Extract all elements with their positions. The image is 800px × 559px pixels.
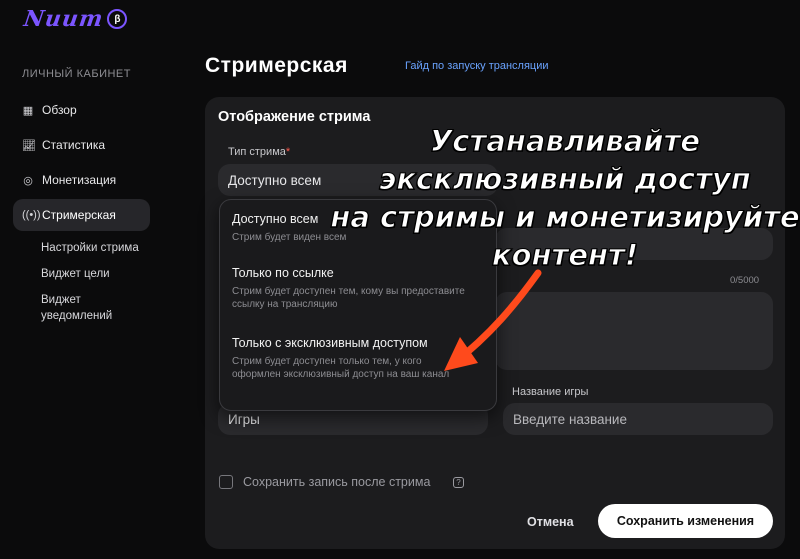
subnav-item-alerts-widget[interactable]: Виджет уведомлений [41, 292, 141, 324]
coin-icon: ◎ [23, 174, 33, 187]
sidebar-item-streamer[interactable]: ((•)) Стримерская [13, 199, 150, 231]
promo-annotation: Устанавливайте эксклюзивный доступ на ст… [330, 122, 800, 274]
required-mark: * [285, 146, 291, 158]
annotation-line: на стримы и монетизируйте [330, 200, 800, 235]
save-record-label[interactable]: Сохранить запись после стрима [243, 475, 430, 489]
sidebar-item-label: Монетизация [42, 173, 117, 187]
annotation-arrow-icon [444, 269, 542, 371]
page-title: Стримерская [205, 54, 348, 77]
section-label: ЛИЧНЫЙ КАБИНЕТ [22, 68, 131, 80]
save-button[interactable]: Сохранить изменения [598, 504, 773, 538]
subnav-item-goal-widget[interactable]: Виджет цели [41, 266, 141, 282]
chart-icon: 📈︎ [22, 139, 36, 152]
help-icon[interactable]: ? [453, 477, 464, 488]
cancel-button[interactable]: Отмена [527, 515, 574, 529]
stream-type-label: Тип стрима* [228, 146, 290, 158]
sidebar-item-statistics[interactable]: 📈︎ Статистика [13, 129, 150, 161]
annotation-line: Устанавливайте [429, 124, 701, 159]
sidebar-item-overview[interactable]: ▦ Обзор [13, 94, 150, 126]
sidebar-item-monetization[interactable]: ◎ Монетизация [13, 164, 150, 196]
grid-icon: ▦ [22, 104, 34, 117]
game-name-label: Название игры [512, 386, 589, 398]
sidebar-item-label: Стримерская [42, 208, 116, 222]
guide-link[interactable]: Гайд по запуску трансляции [405, 60, 549, 72]
game-name-input[interactable]: Введите название [503, 403, 773, 435]
sidebar-nav: ▦ Обзор 📈︎ Статистика ◎ Монетизация ((•)… [13, 94, 150, 234]
annotation-line: эксклюзивный доступ [379, 162, 752, 197]
annotation-line: контент! [491, 238, 639, 273]
description-counter: 0/5000 [730, 275, 760, 286]
sidebar-item-label: Обзор [42, 103, 77, 117]
sidebar-subnav: Настройки стрима Виджет цели Виджет увед… [41, 240, 141, 334]
stream-type-label-text: Тип стрима [228, 146, 286, 158]
logo-text: Nuum [22, 6, 106, 32]
broadcast-icon: ((•)) [22, 209, 41, 221]
sidebar-item-label: Статистика [42, 138, 106, 152]
logo[interactable]: Nuum β [22, 6, 128, 32]
save-record-checkbox[interactable] [219, 475, 233, 489]
beta-badge: β [107, 9, 128, 29]
subnav-item-stream-settings[interactable]: Настройки стрима [41, 240, 141, 256]
